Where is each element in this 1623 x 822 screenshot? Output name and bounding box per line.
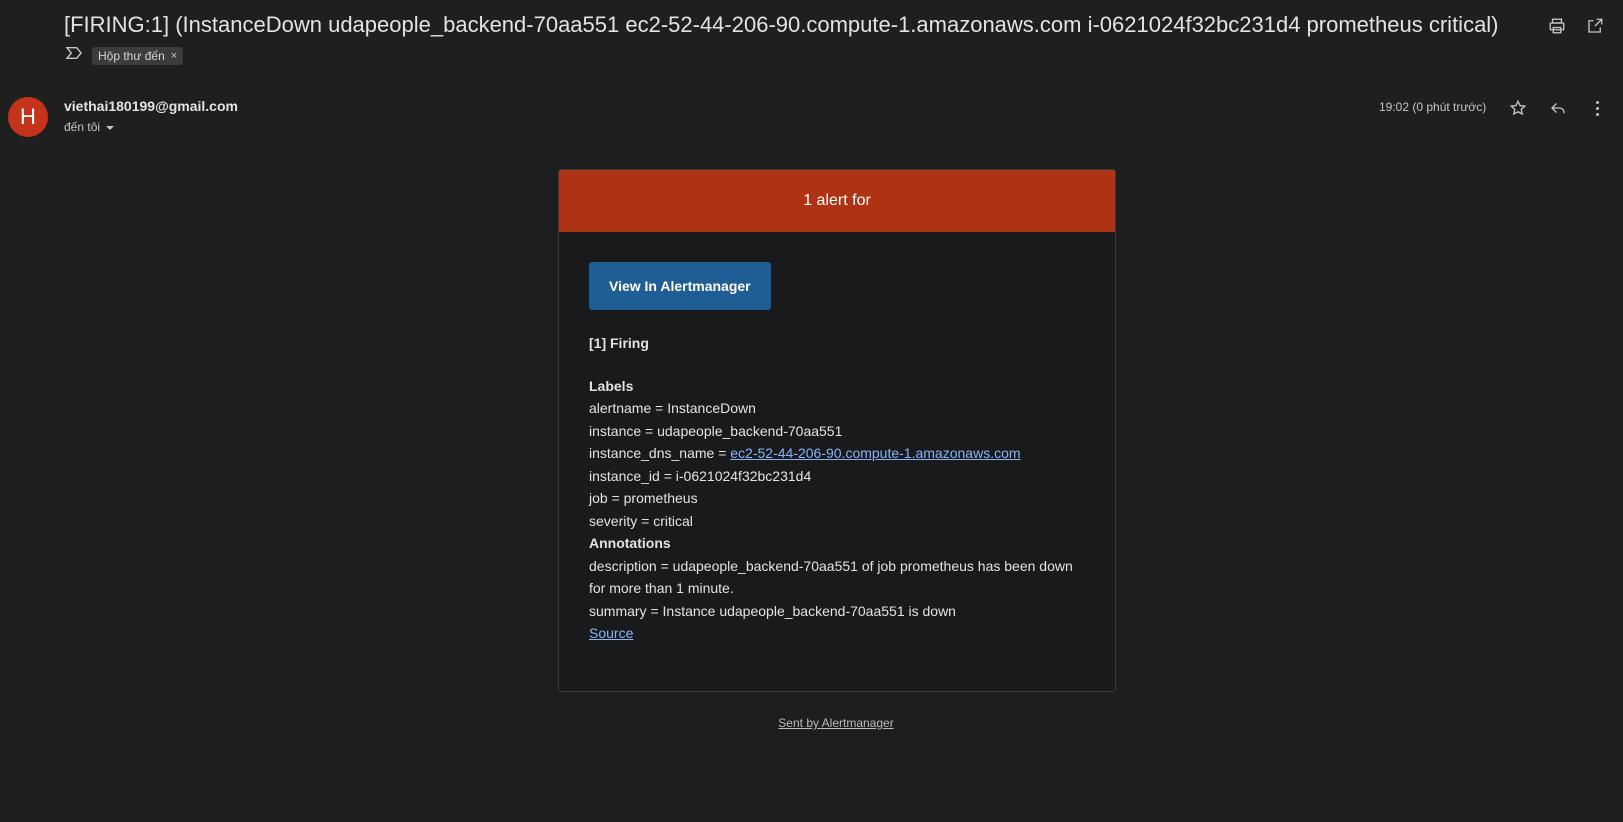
label-instance: instance = udapeople_backend-70aa551 — [589, 422, 843, 439]
label-instance-id: instance_id = i-0621024f32bc231d4 — [589, 467, 812, 484]
firing-title: [1] Firing — [589, 335, 649, 351]
label-alertname: alertname = InstanceDown — [589, 400, 756, 416]
labels-title: Labels — [589, 377, 634, 394]
annotation-description: description = udapeople_backend-70aa551 … — [589, 557, 1073, 574]
inbox-label-text: Hộp thư đến — [98, 48, 165, 63]
alert-card: 1 alert for View In Alertmanager [1] Fir… — [558, 169, 1116, 692]
star-icon[interactable] — [1508, 98, 1528, 118]
labels-row: Hộp thư đến × — [65, 46, 184, 65]
label-dns-name: instance_dns_name = ec2-52-44-206-90.com… — [589, 442, 1085, 465]
view-in-alertmanager-button[interactable]: View In Alertmanager — [589, 262, 771, 310]
header-actions — [1547, 16, 1605, 36]
email-body: 1 alert for View In Alertmanager [1] Fir… — [64, 146, 1609, 801]
message-actions — [1508, 98, 1606, 118]
alert-header: 1 alert for — [559, 170, 1115, 232]
annotation-summary: summary = Instance udapeople_backend-70a… — [589, 602, 956, 619]
email-subject: [FIRING:1] (InstanceDown udapeople_backe… — [64, 12, 1499, 37]
dns-name-link[interactable]: ec2-52-44-206-90.compute-1.amazonaws.com — [730, 445, 1020, 461]
important-marker-icon[interactable] — [65, 46, 83, 65]
recipient-details-chevron-icon[interactable] — [106, 126, 115, 130]
inbox-label-chip[interactable]: Hộp thư đến × — [92, 46, 184, 65]
label-job: job = prometheus — [589, 490, 698, 506]
open-in-new-window-icon[interactable] — [1585, 16, 1605, 36]
recipient-row: đến tôi — [64, 120, 115, 134]
print-icon[interactable] — [1547, 16, 1567, 36]
sent-by-alertmanager-link[interactable]: Sent by Alertmanager — [558, 716, 1114, 730]
annotations-title: Annotations — [589, 535, 671, 551]
alert-content: View In Alertmanager [1] Firing Labels a… — [559, 232, 1115, 645]
sender-email[interactable]: viethai180199@gmail.com — [64, 98, 238, 114]
dns-label-prefix: instance_dns_name = — [589, 445, 731, 461]
recipient-label: đến tôi — [64, 120, 101, 134]
avatar[interactable]: H — [8, 97, 48, 137]
source-link[interactable]: Source — [589, 625, 633, 641]
message-time: 19:02 (0 phút trước) — [1379, 100, 1487, 114]
reply-icon[interactable] — [1548, 98, 1568, 118]
email-view: [FIRING:1] (InstanceDown udapeople_backe… — [0, 0, 1623, 822]
annotation-description-cont: for more than 1 minute. — [589, 580, 734, 596]
label-severity: severity = critical — [589, 512, 693, 529]
more-options-icon[interactable] — [1588, 99, 1606, 117]
remove-label-icon[interactable]: × — [171, 50, 177, 62]
